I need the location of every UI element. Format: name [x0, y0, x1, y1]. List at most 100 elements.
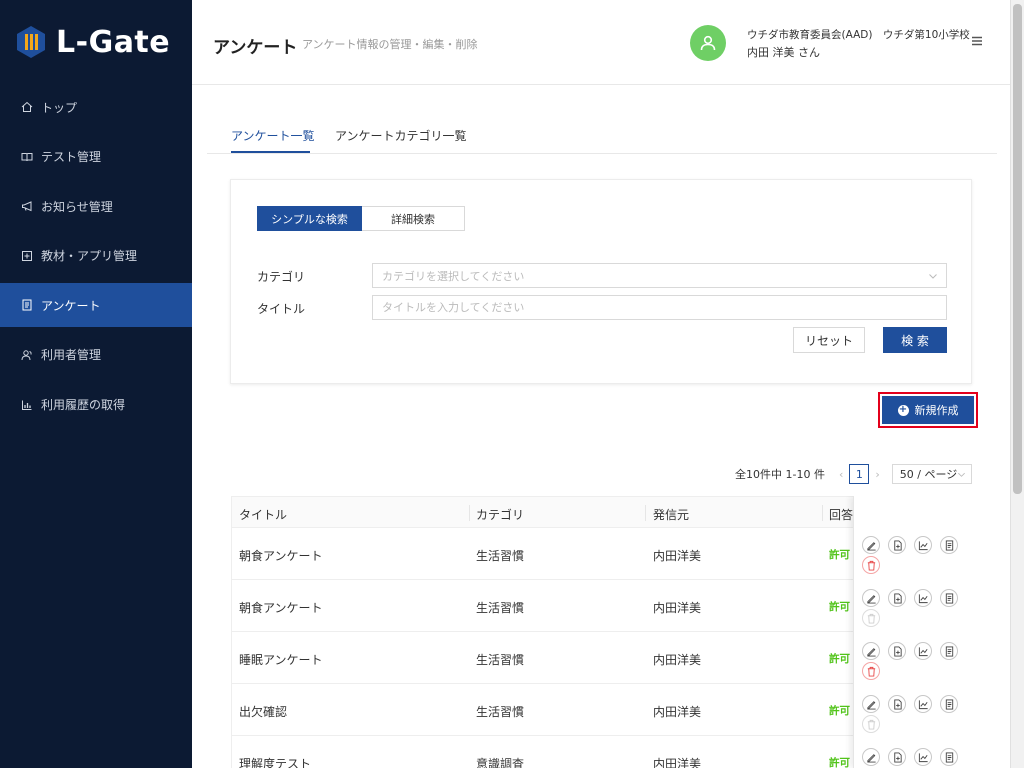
status-badge: 許可: [829, 705, 850, 717]
simple-search-button[interactable]: シンプルな検索: [257, 206, 362, 231]
plus-circle-icon: +: [897, 404, 909, 416]
delete-icon: [862, 715, 880, 733]
row-actions: [862, 748, 972, 768]
edit-icon[interactable]: [862, 589, 880, 607]
row-category: 意識調査: [476, 757, 525, 768]
sidebar-item-top[interactable]: トップ: [0, 85, 192, 129]
chart-icon[interactable]: [914, 642, 932, 660]
category-select[interactable]: カテゴリを選択してください: [372, 263, 947, 288]
sidebar-item-history[interactable]: 利用履歴の取得: [0, 383, 192, 427]
logo-icon: [14, 25, 48, 59]
sidebar-item-survey[interactable]: アンケート: [0, 283, 192, 328]
results-icon[interactable]: [940, 642, 958, 660]
survey-table: タイトル カテゴリ 発信元 回答 朝食アンケート 生活習慣 内田洋美 許可 朝食…: [231, 496, 972, 768]
actions-column: [853, 496, 972, 768]
hamburger-menu-icon[interactable]: [970, 34, 984, 48]
user-icon: [700, 35, 716, 51]
chart-icon[interactable]: [914, 536, 932, 554]
avatar[interactable]: [690, 25, 726, 61]
results-icon[interactable]: [940, 536, 958, 554]
status-badge: 許可: [829, 653, 850, 665]
tab-bar: アンケート一覧 アンケートカテゴリ一覧: [207, 115, 997, 154]
row-sender: 内田洋美: [653, 601, 702, 615]
chart-icon[interactable]: [914, 589, 932, 607]
sidebar-item-users[interactable]: 利用者管理: [0, 333, 192, 377]
add-document-icon[interactable]: [888, 642, 906, 660]
row-sender: 内田洋美: [653, 653, 702, 667]
page-number-current[interactable]: 1: [849, 464, 870, 484]
sidebar: L-Gate トップ テスト管理 お知らせ管理 教材・アプリ管理 アンケート 利…: [0, 0, 192, 768]
delete-icon: [862, 609, 880, 627]
sidebar-item-materials[interactable]: 教材・アプリ管理: [0, 234, 192, 278]
user-organization: ウチダ市教育委員会(AAD) ウチダ第10小学校: [747, 29, 970, 41]
home-icon: [20, 100, 34, 114]
sidebar-item-test[interactable]: テスト管理: [0, 135, 192, 179]
detail-search-button[interactable]: 詳細検索: [362, 206, 465, 231]
sidebar-item-label: アンケート: [41, 298, 101, 313]
chart-icon[interactable]: [914, 695, 932, 713]
chevron-down-icon: [957, 472, 965, 477]
prev-page-icon[interactable]: ‹: [839, 468, 843, 481]
search-panel: シンプルな検索 詳細検索 カテゴリ カテゴリを選択してください タイトル リセッ…: [230, 179, 972, 384]
page-scrollbar[interactable]: [1010, 0, 1024, 768]
page-title: アンケート: [213, 38, 298, 58]
title-label: タイトル: [257, 302, 306, 316]
user-name: 内田 洋美 さん: [747, 46, 820, 59]
chart-icon[interactable]: [914, 748, 932, 766]
column-sender: 発信元: [653, 508, 690, 522]
next-page-icon[interactable]: ›: [875, 468, 879, 481]
edit-icon[interactable]: [862, 642, 880, 660]
sidebar-item-label: テスト管理: [41, 150, 102, 165]
search-button[interactable]: 検 索: [883, 327, 947, 353]
add-document-icon[interactable]: [888, 748, 906, 766]
logo-text: L-Gate: [56, 24, 171, 60]
delete-icon[interactable]: [862, 556, 880, 574]
add-document-icon[interactable]: [888, 695, 906, 713]
results-icon[interactable]: [940, 695, 958, 713]
row-sender: 内田洋美: [653, 757, 702, 768]
page-size-select[interactable]: 50 / ページ: [891, 464, 972, 484]
results-icon[interactable]: [940, 589, 958, 607]
row-actions: [862, 536, 972, 588]
book-icon: [20, 150, 34, 164]
tab-survey-list[interactable]: アンケート一覧: [231, 127, 315, 144]
reset-button[interactable]: リセット: [793, 327, 865, 353]
status-badge: 許可: [829, 601, 850, 613]
tab-survey-category-list[interactable]: アンケートカテゴリ一覧: [335, 127, 467, 144]
column-category: カテゴリ: [476, 508, 525, 522]
status-badge: 許可: [829, 757, 850, 768]
logo[interactable]: L-Gate: [0, 0, 192, 84]
edit-icon[interactable]: [862, 748, 880, 766]
title-field: [372, 295, 947, 320]
column-title: タイトル: [239, 508, 288, 522]
row-sender: 内田洋美: [653, 705, 702, 719]
page-size-value: 50 / ページ: [899, 468, 958, 481]
edit-icon[interactable]: [862, 536, 880, 554]
create-new-button[interactable]: + 新規作成: [882, 396, 974, 424]
status-badge: 許可: [829, 549, 850, 561]
row-actions: [862, 589, 972, 641]
results-icon[interactable]: [940, 748, 958, 766]
row-title: 朝食アンケート: [239, 601, 323, 615]
delete-icon[interactable]: [862, 662, 880, 680]
row-category: 生活習慣: [476, 549, 525, 563]
add-document-icon[interactable]: [888, 536, 906, 554]
row-title: 理解度テスト: [239, 757, 312, 768]
row-title: 睡眠アンケート: [239, 653, 323, 667]
row-sender: 内田洋美: [653, 549, 702, 563]
scrollbar-thumb[interactable]: [1013, 4, 1022, 494]
sidebar-item-notice[interactable]: お知らせ管理: [0, 184, 192, 228]
sidebar-item-label: 教材・アプリ管理: [41, 249, 138, 264]
bar-chart-icon: [20, 398, 34, 412]
column-answer: 回答: [829, 508, 854, 522]
active-tab-indicator: [231, 151, 310, 153]
header: アンケート アンケート情報の管理・編集・削除 ウチダ市教育委員会(AAD) ウチ…: [192, 0, 1010, 85]
pagination-summary: 全10件中 1-10 件: [735, 468, 825, 481]
pagination: 全10件中 1-10 件 ‹ 1 › 50 / ページ: [735, 464, 972, 484]
edit-icon[interactable]: [862, 695, 880, 713]
sidebar-item-label: トップ: [41, 100, 78, 115]
row-category: 生活習慣: [476, 653, 525, 667]
add-document-icon[interactable]: [888, 589, 906, 607]
megaphone-icon: [20, 199, 34, 213]
title-input[interactable]: [382, 301, 922, 314]
